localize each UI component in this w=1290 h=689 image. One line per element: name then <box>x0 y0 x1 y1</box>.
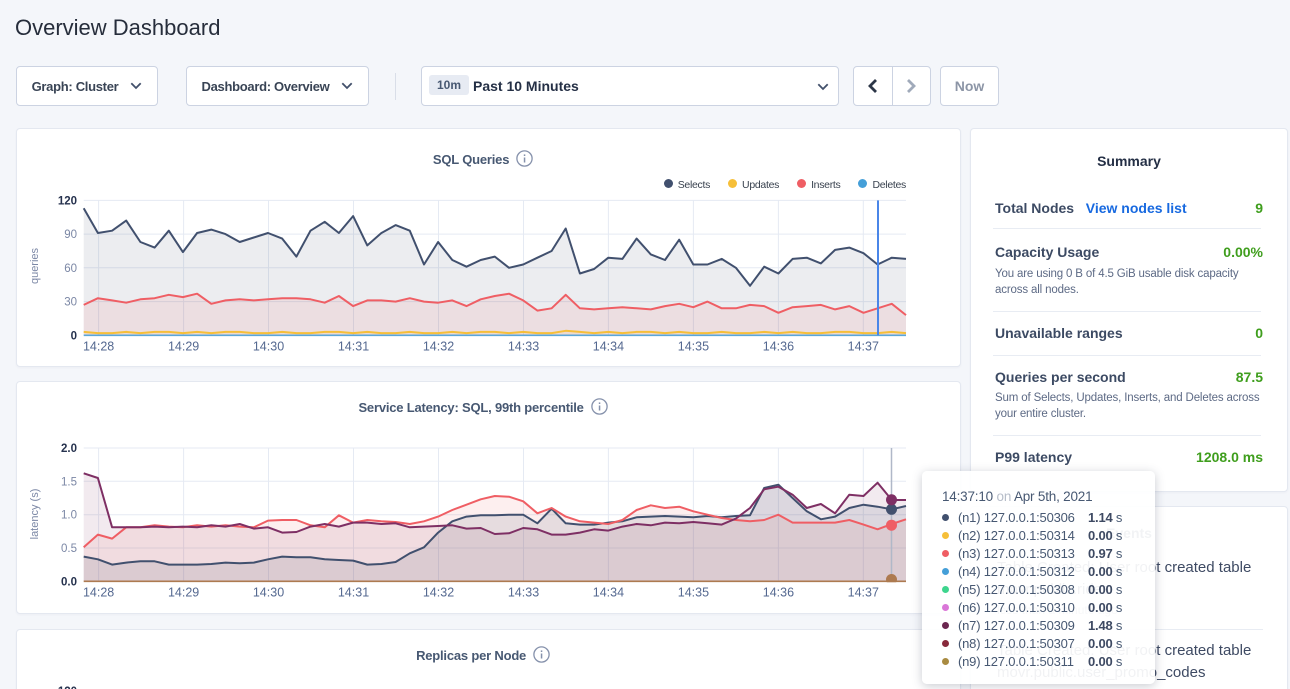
svg-text:0: 0 <box>71 330 77 342</box>
svg-text:14:35: 14:35 <box>678 586 709 600</box>
svg-text:14:29: 14:29 <box>168 340 199 354</box>
svg-text:latency (s): latency (s) <box>29 489 41 540</box>
svg-text:30: 30 <box>64 297 77 309</box>
svg-text:14:36: 14:36 <box>763 340 794 354</box>
svg-text:0.5: 0.5 <box>61 543 77 555</box>
svg-text:14:30: 14:30 <box>253 586 284 600</box>
svg-text:14:33: 14:33 <box>508 340 539 354</box>
svg-text:queries: queries <box>29 247 41 284</box>
svg-text:60: 60 <box>64 263 77 275</box>
svg-text:14:37: 14:37 <box>848 340 879 354</box>
svg-text:14:30: 14:30 <box>253 340 284 354</box>
svg-text:2.0: 2.0 <box>61 443 77 455</box>
svg-text:14:28: 14:28 <box>83 340 114 354</box>
svg-text:14:32: 14:32 <box>423 340 454 354</box>
svg-text:120: 120 <box>58 195 77 207</box>
svg-text:14:35: 14:35 <box>678 340 709 354</box>
svg-text:14:34: 14:34 <box>593 586 624 600</box>
svg-text:14:29: 14:29 <box>168 586 199 600</box>
svg-text:14:33: 14:33 <box>508 586 539 600</box>
svg-text:90: 90 <box>64 229 77 241</box>
svg-text:14:31: 14:31 <box>338 586 369 600</box>
svg-text:0.0: 0.0 <box>61 576 77 588</box>
svg-text:14:36: 14:36 <box>763 586 794 600</box>
svg-text:14:32: 14:32 <box>423 586 454 600</box>
svg-text:14:34: 14:34 <box>593 340 624 354</box>
svg-text:14:28: 14:28 <box>83 586 114 600</box>
svg-text:14:37: 14:37 <box>848 586 879 600</box>
svg-text:14:31: 14:31 <box>338 340 369 354</box>
svg-text:1.0: 1.0 <box>61 510 77 522</box>
svg-text:1.5: 1.5 <box>61 476 77 488</box>
